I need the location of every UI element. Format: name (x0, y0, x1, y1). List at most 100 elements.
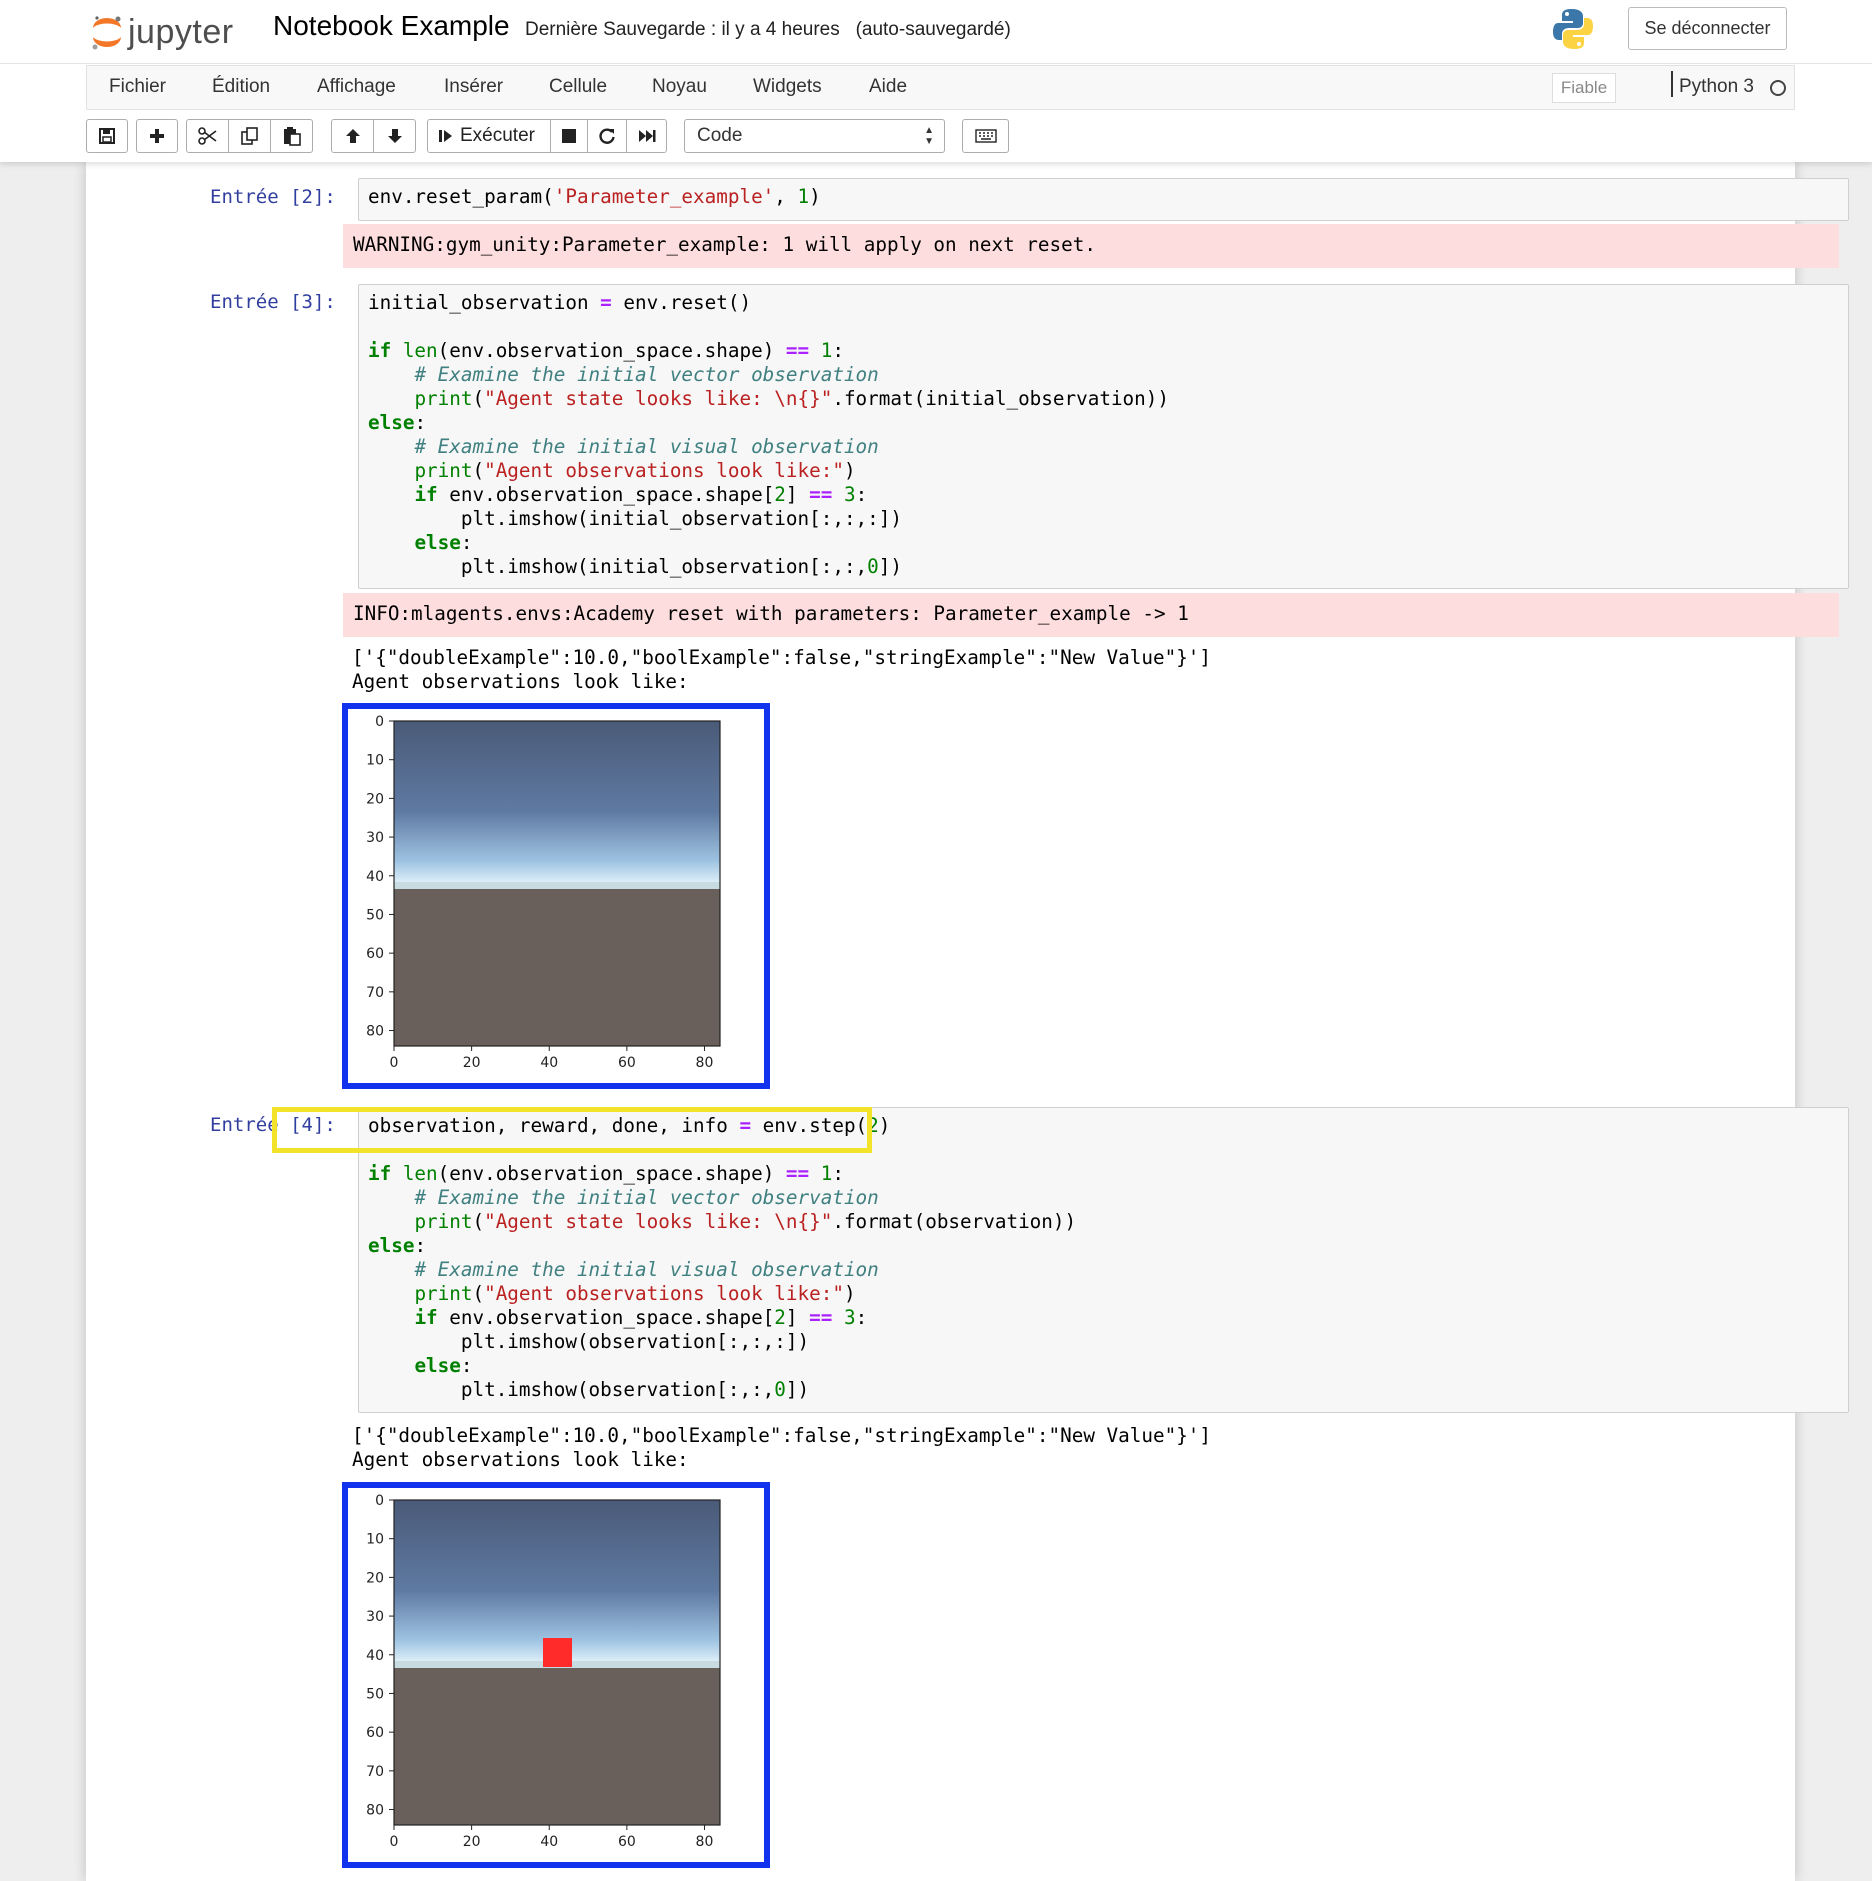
code-text[interactable]: env.reset_param('Parameter_example', 1) (359, 179, 1848, 209)
cell-type-value: Code (697, 125, 743, 146)
y-axis: 0 10 20 30 40 50 60 70 80 (366, 1493, 394, 1819)
menu-file[interactable]: Fichier (109, 76, 166, 98)
header-row: jupyter Notebook Example Dernière Sauveg… (0, 0, 1872, 64)
menu-help[interactable]: Aide (869, 76, 907, 98)
jupyter-logo[interactable]: jupyter (90, 8, 234, 56)
move-up-button[interactable] (331, 119, 374, 153)
y-axis: 0 10 20 30 40 50 60 70 80 (366, 714, 394, 1040)
run-button[interactable]: Exécuter (427, 119, 551, 153)
stdout-output: ['{"doubleExample":10.0,"boolExample":fa… (352, 1424, 1212, 1471)
menu-edit[interactable]: Édition (212, 76, 270, 98)
insert-cell-button[interactable] (136, 119, 178, 153)
code-cell-input[interactable]: env.reset_param('Parameter_example', 1) (358, 178, 1849, 221)
cell-prompt: Entrée [2]: (210, 186, 336, 208)
y-tick-label: 70 (366, 985, 384, 1001)
x-axis: 0 20 40 60 80 (390, 1825, 714, 1850)
kernel-idle-icon (1770, 80, 1786, 96)
y-tick-label: 30 (366, 830, 384, 846)
y-tick-label: 0 (375, 1493, 384, 1509)
observation-plot-highlight: 0 10 20 30 40 50 60 70 80 0 20 40 60 80 (342, 1482, 770, 1868)
menu-cell[interactable]: Cellule (549, 76, 607, 98)
arrow-up-icon (345, 129, 360, 143)
x-tick-label: 60 (618, 1834, 636, 1850)
y-tick-label: 60 (366, 946, 384, 962)
x-tick-label: 60 (618, 1055, 636, 1071)
cut-button[interactable] (186, 119, 229, 153)
x-tick-label: 0 (390, 1834, 399, 1850)
cell-prompt: Entrée [4]: (210, 1114, 336, 1136)
stderr-output: INFO:mlagents.envs:Academy reset with pa… (343, 593, 1839, 637)
x-tick-label: 20 (463, 1055, 481, 1071)
x-tick-label: 80 (696, 1834, 714, 1850)
y-tick-label: 40 (366, 869, 384, 885)
kernel-name[interactable]: Python 3 (1679, 76, 1754, 98)
restart-run-all-button[interactable] (626, 119, 667, 153)
y-tick-label: 30 (366, 1609, 384, 1625)
y-tick-label: 80 (366, 1803, 384, 1819)
run-label: Exécuter (460, 125, 535, 146)
ground-region (394, 1668, 720, 1825)
restart-icon (599, 128, 615, 144)
code-cell-input[interactable]: initial_observation = env.reset() if len… (358, 284, 1849, 589)
x-tick-label: 80 (696, 1055, 714, 1071)
y-tick-label: 40 (366, 1648, 384, 1664)
x-tick-label: 40 (540, 1055, 558, 1071)
paste-icon (283, 127, 301, 146)
menu-view[interactable]: Affichage (317, 76, 396, 98)
y-tick-label: 60 (366, 1725, 384, 1741)
horizon-line (394, 882, 720, 889)
x-tick-label: 40 (540, 1834, 558, 1850)
stop-icon (562, 129, 576, 143)
select-arrows-icon: ▲ ▼ (924, 125, 934, 147)
logo-text: jupyter (128, 12, 234, 51)
command-palette-button[interactable] (962, 119, 1009, 153)
kernel-separator (1671, 71, 1673, 97)
notebook-container: Entrée [2]: env.reset_param('Parameter_e… (86, 162, 1849, 1881)
copy-icon (240, 127, 258, 145)
stderr-output: WARNING:gym_unity:Parameter_example: 1 w… (343, 224, 1839, 268)
plus-icon (150, 129, 164, 143)
logout-button[interactable]: Se déconnecter (1628, 7, 1787, 50)
ground-region (394, 889, 720, 1046)
code-text[interactable]: initial_observation = env.reset() if len… (359, 285, 1848, 579)
observation-plot-highlight: 0 10 20 30 40 50 60 70 80 0 20 40 60 80 (342, 703, 770, 1089)
trusted-indicator[interactable]: Fiable (1552, 73, 1616, 103)
observation-plot: 0 10 20 30 40 50 60 70 80 0 20 40 60 80 (366, 1493, 721, 1850)
menu-kernel[interactable]: Noyau (652, 76, 707, 98)
x-tick-label: 0 (390, 1055, 399, 1071)
y-tick-label: 20 (366, 1570, 384, 1586)
stdout-output: ['{"doubleExample":10.0,"boolExample":fa… (352, 646, 1212, 693)
y-tick-label: 10 (366, 753, 384, 769)
y-tick-label: 50 (366, 907, 384, 923)
cell-prompt: Entrée [3]: (210, 291, 336, 313)
menu-widgets[interactable]: Widgets (753, 76, 822, 98)
copy-button[interactable] (228, 119, 271, 153)
menu-insert[interactable]: Insérer (444, 76, 503, 98)
header: jupyter Notebook Example Dernière Sauveg… (0, 0, 1872, 162)
cell-type-select[interactable]: Code ▲ ▼ (684, 119, 945, 153)
python-logo-icon (1550, 6, 1596, 57)
code-text[interactable]: observation, reward, done, info = env.st… (359, 1108, 1848, 1402)
paste-button[interactable] (270, 119, 313, 153)
arrow-down-icon (387, 129, 402, 143)
save-button[interactable] (86, 119, 128, 153)
move-down-button[interactable] (373, 119, 416, 153)
cut-icon (197, 127, 216, 145)
code-cell-input[interactable]: observation, reward, done, info = env.st… (358, 1107, 1849, 1413)
save-status: Dernière Sauvegarde : il y a 4 heures (a… (525, 19, 1011, 40)
y-tick-label: 10 (366, 1532, 384, 1548)
y-tick-label: 70 (366, 1764, 384, 1780)
keyboard-icon (974, 129, 997, 143)
interrupt-button[interactable] (550, 119, 588, 153)
menubar: Fichier Édition Affichage Insérer Cellul… (86, 65, 1795, 110)
y-tick-label: 20 (366, 791, 384, 807)
x-axis: 0 20 40 60 80 (390, 1046, 714, 1071)
notebook-title[interactable]: Notebook Example (273, 10, 510, 42)
restart-button[interactable] (587, 119, 627, 153)
sky-region (394, 721, 720, 886)
fast-forward-icon (638, 130, 655, 142)
observation-plot: 0 10 20 30 40 50 60 70 80 0 20 40 60 80 (366, 714, 721, 1071)
jupyter-logo-icon (92, 16, 121, 50)
run-icon (439, 130, 452, 142)
agent-marker (543, 1638, 572, 1667)
